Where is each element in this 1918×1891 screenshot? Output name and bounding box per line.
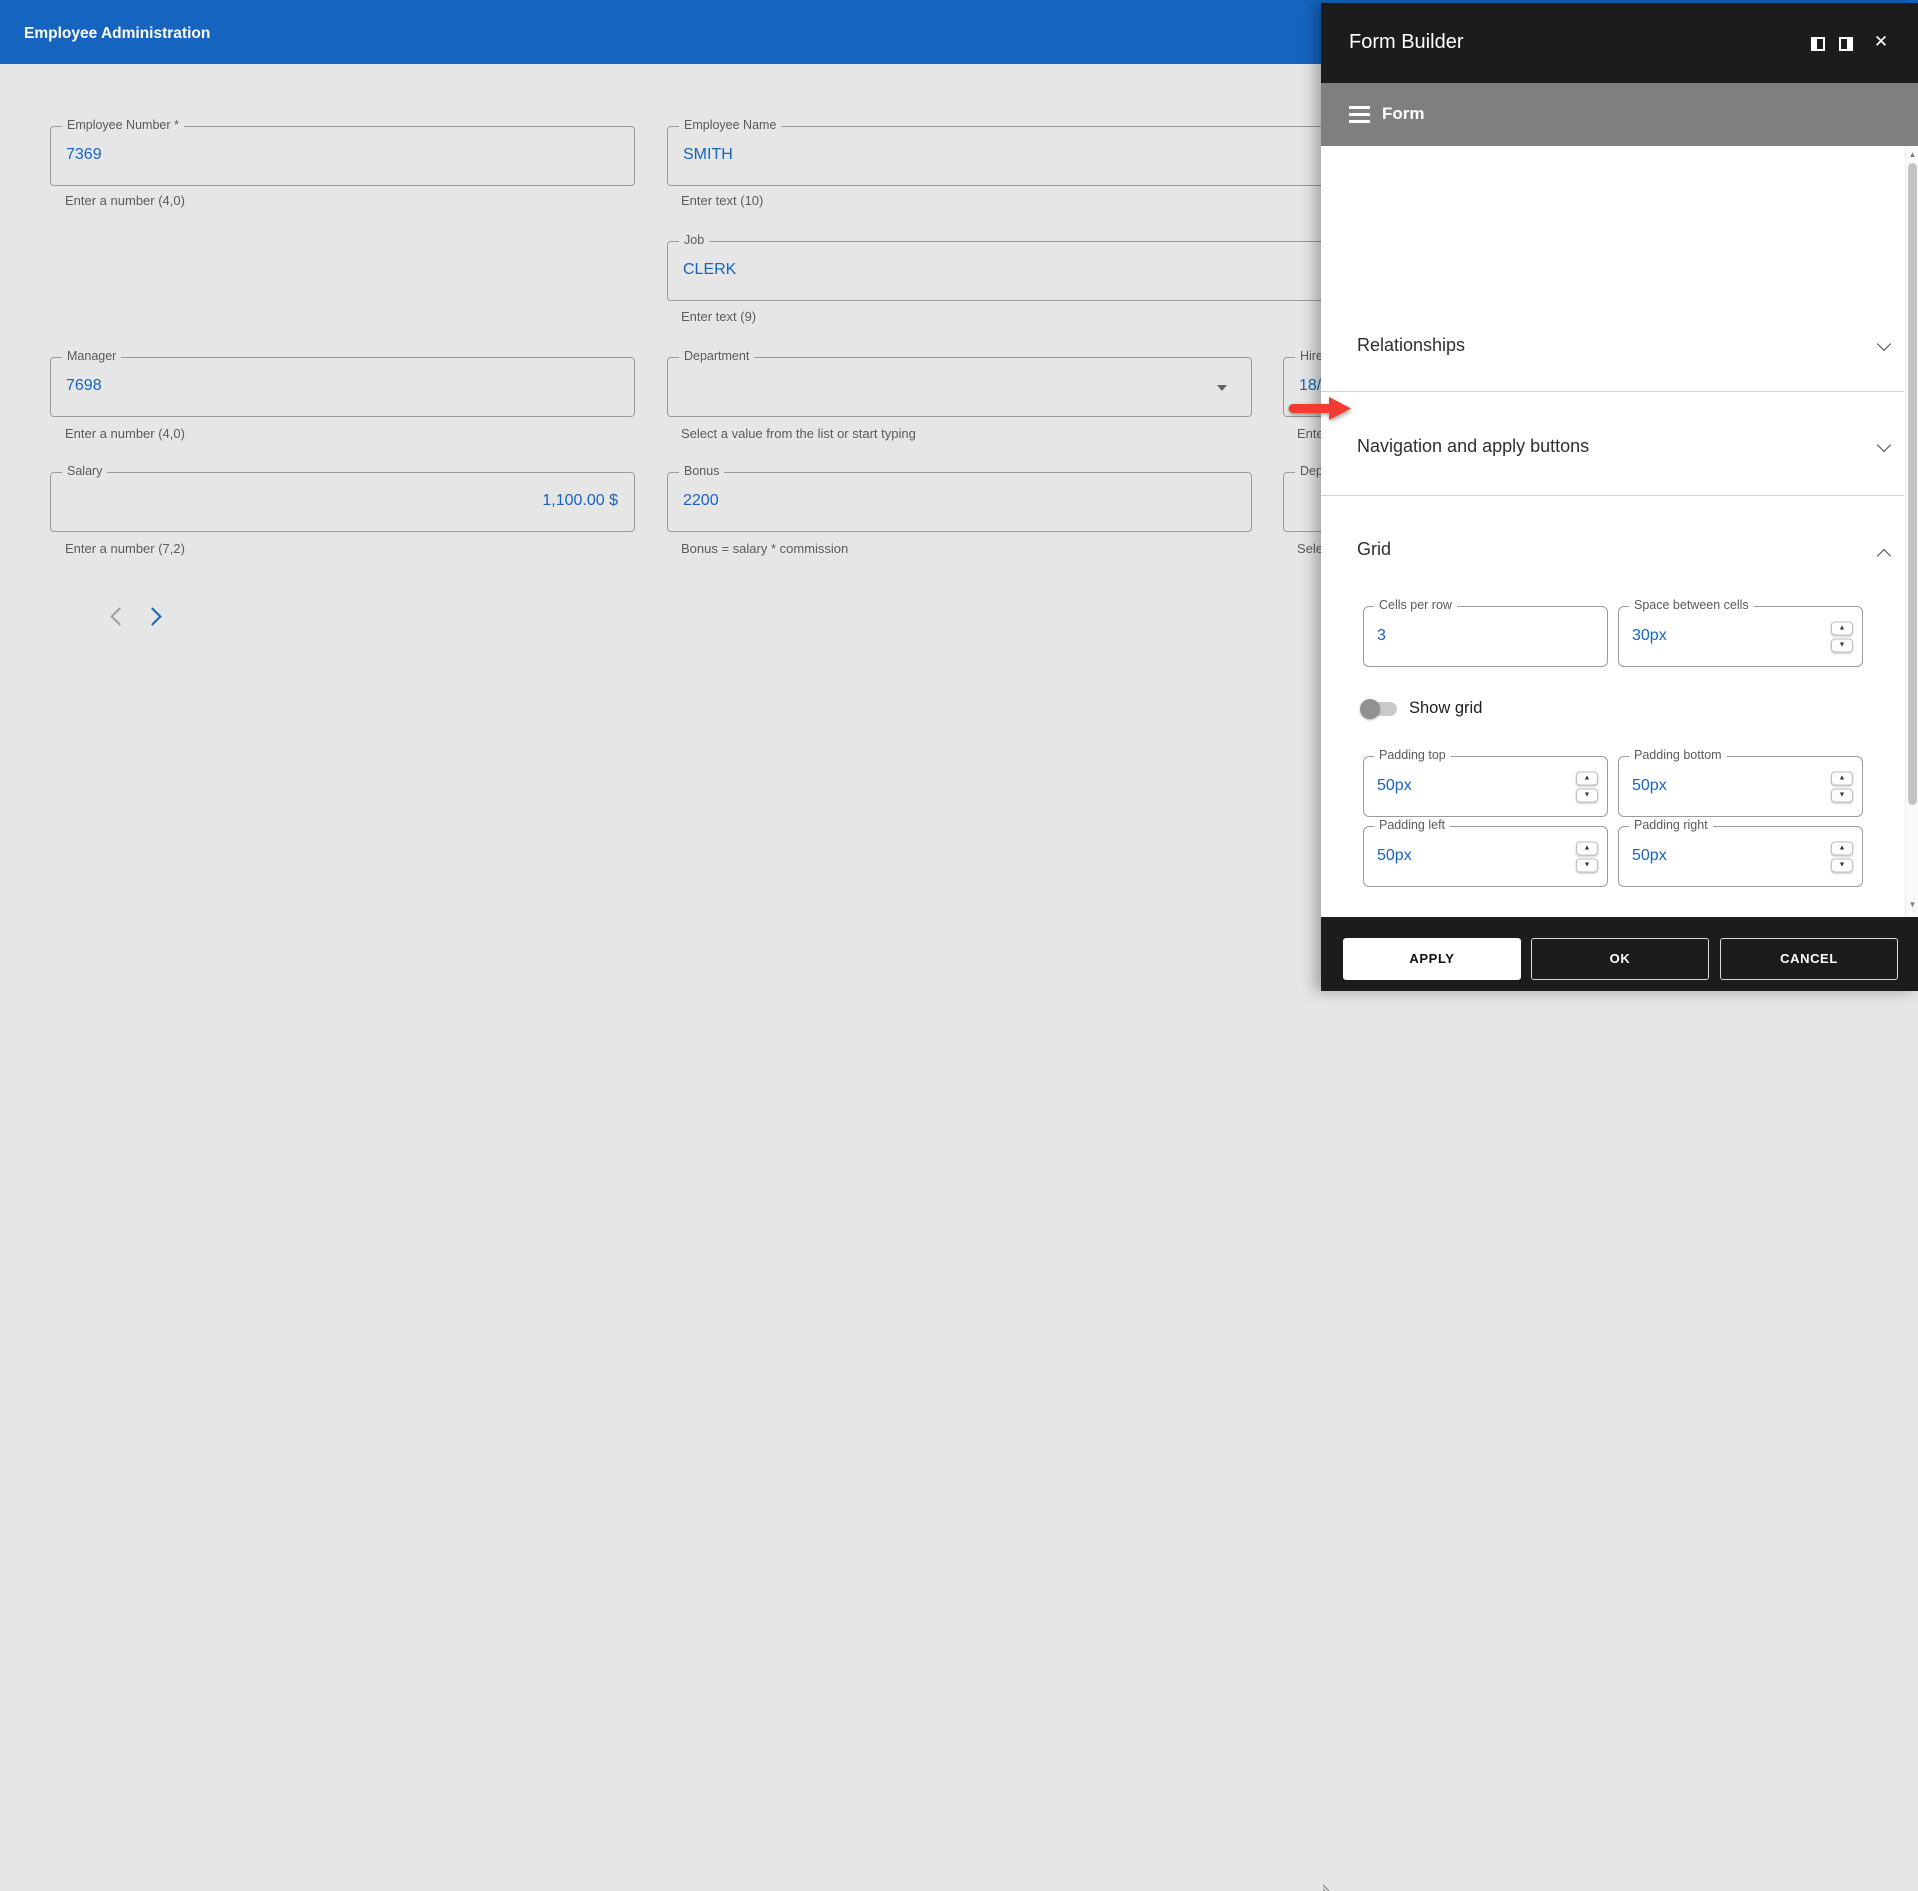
stepper-down-icon[interactable]: ▼	[1831, 788, 1853, 802]
show-grid-label: Show grid	[1409, 699, 1482, 718]
scrollbar-thumb[interactable]	[1908, 163, 1917, 805]
scroll-down-icon[interactable]: ▼	[1906, 898, 1918, 911]
section-label: Grid	[1357, 539, 1391, 560]
padding-right-input[interactable]: Padding right 50px ▲ ▼	[1618, 826, 1863, 887]
prev-record-button[interactable]	[103, 601, 133, 631]
chevron-up-icon	[1877, 549, 1891, 563]
manager-hint: Enter a number (4,0)	[65, 426, 185, 441]
department-hint: Select a value from the list or start ty…	[681, 426, 916, 441]
field-label: Employee Name	[679, 118, 781, 132]
stepper-down-icon[interactable]: ▼	[1831, 858, 1853, 872]
field-label: Cells per row	[1374, 598, 1457, 612]
show-grid-toggle[interactable]	[1363, 702, 1397, 716]
panel-menubar: Form	[1321, 83, 1918, 146]
field-label: Padding left	[1374, 818, 1450, 832]
chevron-down-icon	[1877, 438, 1891, 452]
field-label: Job	[679, 233, 709, 247]
ok-button[interactable]: OK	[1531, 938, 1709, 980]
field-value: CLERK	[683, 261, 736, 279]
field-value: 30px	[1632, 627, 1667, 645]
close-icon[interactable]: ✕	[1870, 32, 1892, 52]
stepper-up-icon[interactable]: ▲	[1576, 841, 1598, 855]
field-value: 2200	[683, 492, 719, 510]
resize-handle[interactable]	[1323, 1879, 1335, 1891]
chevron-left-icon	[110, 607, 128, 625]
department-select[interactable]: Department	[667, 357, 1252, 417]
form-builder-panel: Form Builder ✕ Form Relationships Naviga…	[1321, 3, 1918, 991]
stepper: ▲ ▼	[1831, 621, 1853, 652]
salary-hint: Enter a number (7,2)	[65, 541, 185, 556]
field-value: 1,100.00 $	[542, 492, 618, 510]
field-value: 7369	[66, 146, 102, 164]
red-pointer-arrow-icon	[1287, 395, 1353, 422]
section-label: Relationships	[1357, 335, 1465, 356]
hamburger-menu-icon[interactable]	[1349, 106, 1370, 123]
chevron-right-icon	[143, 607, 161, 625]
section-label: Navigation and apply buttons	[1357, 436, 1589, 457]
space-between-cells-input[interactable]: Space between cells 30px ▲ ▼	[1618, 606, 1863, 667]
employee-number-field[interactable]: Employee Number * 7369	[50, 126, 635, 186]
department2-hint: Sele	[1297, 541, 1323, 556]
section-relationships[interactable]: Relationships	[1321, 289, 1904, 391]
dropdown-arrow-icon[interactable]	[1217, 385, 1227, 391]
next-record-button[interactable]	[140, 601, 170, 631]
employee-number-hint: Enter a number (4,0)	[65, 193, 185, 208]
dock-right-icon[interactable]	[1839, 37, 1853, 51]
cancel-button[interactable]: CANCEL	[1720, 938, 1898, 980]
field-value: 7698	[66, 377, 102, 395]
field-value: 50px	[1377, 777, 1412, 795]
stepper-up-icon[interactable]: ▲	[1831, 621, 1853, 635]
panel-content: Relationships Navigation and apply butto…	[1321, 146, 1918, 917]
dock-left-icon[interactable]	[1811, 37, 1825, 51]
field-label: Padding right	[1629, 818, 1713, 832]
job-hint: Enter text (9)	[681, 309, 756, 324]
chevron-down-icon	[1877, 337, 1891, 351]
cells-per-row-input[interactable]: Cells per row 3	[1363, 606, 1608, 667]
field-label: Padding top	[1374, 748, 1451, 762]
field-value: 18/	[1299, 377, 1321, 395]
page-title: Employee Administration	[24, 25, 210, 43]
stepper: ▲ ▼	[1576, 771, 1598, 802]
hire-date-hint: Ente	[1297, 426, 1324, 441]
stepper-up-icon[interactable]: ▲	[1831, 771, 1853, 785]
manager-field[interactable]: Manager 7698	[50, 357, 635, 417]
scroll-up-icon[interactable]: ▲	[1906, 148, 1918, 161]
bonus-hint: Bonus = salary * commission	[681, 541, 848, 556]
stepper-down-icon[interactable]: ▼	[1576, 788, 1598, 802]
panel-title: Form Builder	[1349, 31, 1463, 54]
field-label: Salary	[62, 464, 107, 478]
stepper: ▲ ▼	[1831, 771, 1853, 802]
stepper-down-icon[interactable]: ▼	[1576, 858, 1598, 872]
menu-label: Form	[1382, 104, 1425, 124]
field-label: Space between cells	[1629, 598, 1754, 612]
field-value: 50px	[1632, 777, 1667, 795]
stepper: ▲ ▼	[1576, 841, 1598, 872]
panel-scrollbar[interactable]: ▲ ▼	[1905, 146, 1918, 917]
toggle-knob	[1360, 699, 1380, 719]
field-label: Bonus	[679, 464, 724, 478]
field-label: Employee Number *	[62, 118, 184, 132]
employee-name-hint: Enter text (10)	[681, 193, 763, 208]
apply-button[interactable]: APPLY	[1343, 938, 1521, 980]
field-value: 50px	[1377, 847, 1412, 865]
field-label: Padding bottom	[1629, 748, 1727, 762]
stepper: ▲ ▼	[1831, 841, 1853, 872]
padding-left-input[interactable]: Padding left 50px ▲ ▼	[1363, 826, 1608, 887]
panel-titlebar: Form Builder ✕	[1321, 3, 1918, 83]
stepper-up-icon[interactable]: ▲	[1831, 841, 1853, 855]
padding-bottom-input[interactable]: Padding bottom 50px ▲ ▼	[1618, 756, 1863, 817]
padding-top-input[interactable]: Padding top 50px ▲ ▼	[1363, 756, 1608, 817]
field-value: 3	[1377, 627, 1386, 645]
stepper-up-icon[interactable]: ▲	[1576, 771, 1598, 785]
bonus-field[interactable]: Bonus 2200	[667, 472, 1252, 532]
stepper-down-icon[interactable]: ▼	[1831, 638, 1853, 652]
section-grid[interactable]: Grid	[1321, 496, 1904, 601]
field-value: SMITH	[683, 146, 733, 164]
field-label: Department	[679, 349, 754, 363]
field-value: 50px	[1632, 847, 1667, 865]
field-label: Manager	[62, 349, 121, 363]
panel-footer: APPLY OK CANCEL	[1321, 917, 1918, 991]
salary-field[interactable]: Salary 1,100.00 $	[50, 472, 635, 532]
section-navigation[interactable]: Navigation and apply buttons	[1321, 392, 1904, 495]
